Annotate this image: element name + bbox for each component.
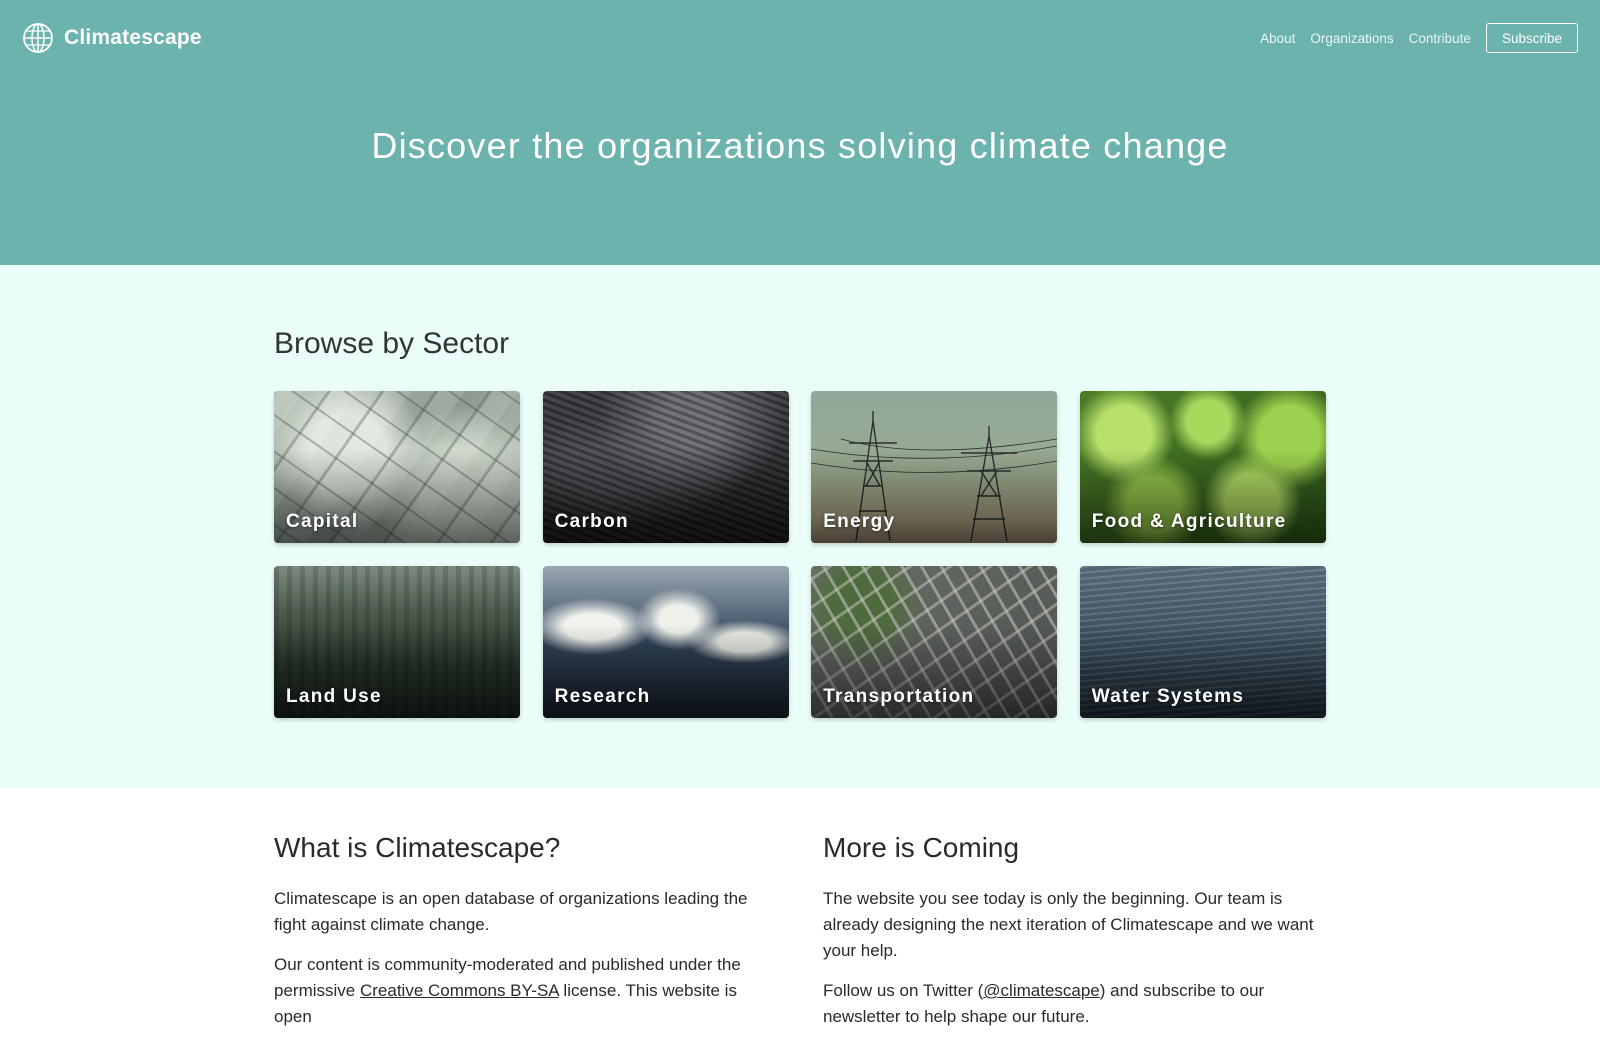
nav-contribute-link[interactable]: Contribute [1409,31,1471,46]
main-nav: About Organizations Contribute Subscribe [1245,23,1578,53]
paragraph-text: Follow us on Twitter ( [823,981,984,1000]
what-is-column: What is Climatescape? Climatescape is an… [274,832,774,1044]
globe-icon [22,22,54,54]
sector-card-energy[interactable]: Energy [811,391,1058,543]
brand-link[interactable]: Climatescape [22,22,202,54]
sector-label: Research [554,686,651,707]
sector-label: Carbon [554,511,629,532]
hero-header: Climatescape About Organizations Contrib… [0,0,1600,265]
more-coming-paragraph-2: Follow us on Twitter (@climatescape) and… [823,978,1323,1030]
twitter-link[interactable]: @climatescape [983,981,1099,1000]
more-coming-title: More is Coming [823,832,1020,863]
sector-label: Transportation [823,686,975,707]
sector-label: Food & Agriculture [1091,511,1287,532]
sector-label: Land Use [286,686,382,707]
sector-label: Capital [286,511,359,532]
what-is-paragraph-1: Climatescape is an open database of orga… [274,889,748,934]
brand-name: Climatescape [64,26,202,49]
more-coming-column: More is Coming The website you see today… [823,832,1323,1044]
sector-card-capital[interactable]: Capital [274,391,520,543]
sector-card-water-systems[interactable]: Water Systems [1079,566,1326,718]
sectors-title: Browse by Sector [274,327,510,360]
sector-card-transportation[interactable]: Transportation [811,566,1058,718]
more-coming-paragraph-1: The website you see today is only the be… [823,889,1314,960]
sector-label: Water Systems [1091,686,1245,707]
sector-card-food-agriculture[interactable]: Food & Agriculture [1079,391,1326,543]
about-section: What is Climatescape? Climatescape is an… [0,788,1600,1026]
subscribe-button[interactable]: Subscribe [1485,23,1578,53]
nav-organizations-link[interactable]: Organizations [1310,31,1393,46]
sector-grid: Capital Carbon Energy Food & Agriculture [274,391,1326,718]
sector-card-land-use[interactable]: Land Use [274,566,520,718]
sector-card-carbon[interactable]: Carbon [542,391,789,543]
what-is-title: What is Climatescape? [274,832,561,863]
creative-commons-link[interactable]: Creative Commons BY-SA [360,981,559,1000]
what-is-paragraph-2: Our content is community-moderated and p… [274,952,774,1030]
nav-about-link[interactable]: About [1260,31,1295,46]
sector-card-research[interactable]: Research [542,566,789,718]
sector-label: Energy [823,511,896,532]
browse-by-sector-section: Browse by Sector Capital Carbon Energy F… [0,265,1600,788]
hero-title: Discover the organizations solving clima… [371,125,1229,166]
